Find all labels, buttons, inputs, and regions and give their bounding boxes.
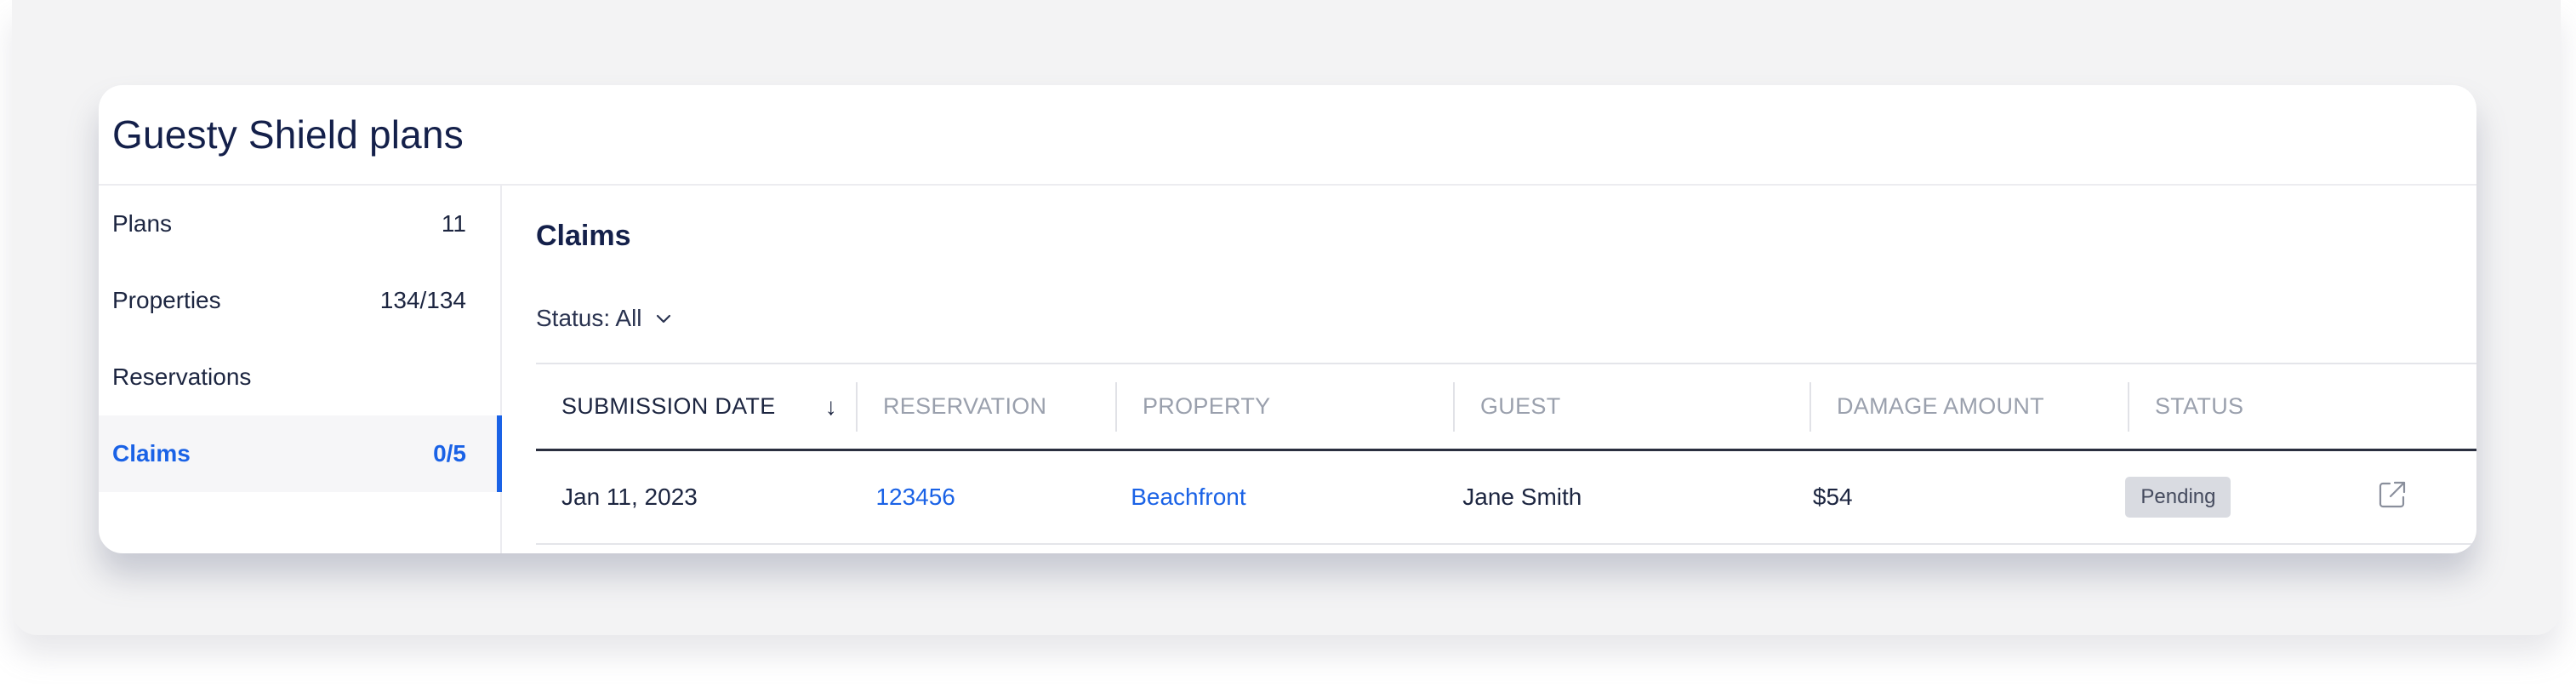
sidebar: Plans 11 Properties 134/134 Reservations… (99, 186, 502, 553)
external-link-icon[interactable] (2376, 478, 2408, 511)
column-header-reservation[interactable]: RESERVATION (856, 381, 1115, 432)
cell-submission-date: Jan 11, 2023 (561, 484, 698, 510)
status-filter-label: Status: All (536, 305, 642, 331)
claims-table: SUBMISSION DATE ↓ RESERVATION PROPERTY G… (536, 363, 2476, 545)
page-title: Guesty Shield plans (112, 112, 464, 157)
column-header-label: GUEST (1480, 393, 1561, 419)
column-header-guest[interactable]: GUEST (1453, 381, 1809, 432)
column-header-label: STATUS (2155, 393, 2244, 419)
shield-plans-card: Guesty Shield plans Plans 11 Properties … (99, 85, 2476, 553)
column-header-label: DAMAGE AMOUNT (1837, 393, 2044, 419)
column-header-label: RESERVATION (883, 393, 1047, 419)
column-header-submission-date[interactable]: SUBMISSION DATE ↓ (536, 382, 856, 432)
table-header: SUBMISSION DATE ↓ RESERVATION PROPERTY G… (536, 363, 2476, 451)
column-header-status[interactable]: STATUS (2128, 381, 2383, 432)
card-body: Plans 11 Properties 134/134 Reservations… (99, 186, 2476, 553)
sidebar-item-plans[interactable]: Plans 11 (99, 186, 500, 262)
sidebar-item-claims[interactable]: Claims 0/5 (99, 415, 502, 492)
section-title: Claims (536, 220, 631, 252)
claims-panel: Claims Status: All SUBMISSION DATE ↓ RES… (502, 186, 2476, 553)
column-header-label: SUBMISSION DATE (561, 393, 776, 419)
sidebar-item-label: Plans (112, 210, 173, 237)
sidebar-item-label: Claims (112, 440, 191, 467)
cell-status: Pending (2100, 477, 2351, 518)
sidebar-item-count: 11 (441, 210, 466, 237)
chevron-down-icon (656, 314, 670, 323)
status-badge: Pending (2125, 477, 2231, 518)
cell-action (2351, 478, 2476, 517)
sidebar-item-label: Reservations (112, 364, 252, 390)
sidebar-item-properties[interactable]: Properties 134/134 (99, 262, 500, 339)
status-filter-dropdown[interactable]: Status: All (536, 305, 673, 332)
column-header-property[interactable]: PROPERTY (1115, 381, 1453, 432)
card-header: Guesty Shield plans (99, 85, 2476, 186)
column-header-damage-amount[interactable]: DAMAGE AMOUNT (1809, 381, 2128, 432)
sidebar-item-label: Properties (112, 287, 221, 313)
cell-damage-amount: $54 (1812, 484, 1853, 510)
property-link[interactable]: Beachfront (1105, 484, 1437, 511)
sort-descending-icon: ↓ (824, 392, 837, 420)
sidebar-item-count: 134/134 (379, 287, 466, 313)
reservation-link[interactable]: 123456 (850, 484, 1105, 511)
table-row: Jan 11, 2023 123456 Beachfront Jane Smit… (536, 451, 2476, 545)
column-header-label: PROPERTY (1143, 393, 1271, 419)
cell-guest: Jane Smith (1462, 484, 1582, 510)
sidebar-item-reservations[interactable]: Reservations (99, 339, 500, 415)
sidebar-item-count: 0/5 (433, 440, 466, 467)
